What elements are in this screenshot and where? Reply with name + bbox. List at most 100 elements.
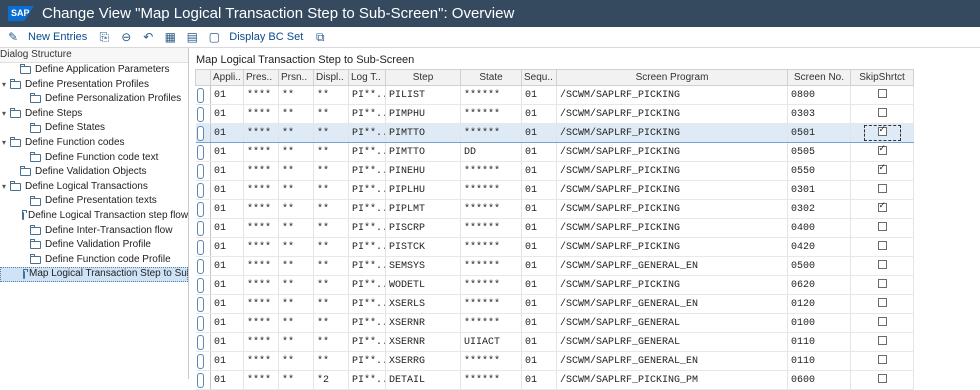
table-row[interactable]: 01 **** ** ** PI**.. PISTCK ****** 01/SCWM/SAPL… <box>195 237 914 257</box>
skip-shortcut-checkbox[interactable] <box>877 298 887 308</box>
table-cell[interactable]: /SCWM/SAPLRF_GENERAL_EN <box>556 256 788 276</box>
table-cell[interactable]: 0302 <box>787 199 851 219</box>
table-cell[interactable]: XSERNR <box>385 313 461 333</box>
expand-icon[interactable]: ▾ <box>0 78 8 93</box>
table-cell[interactable]: 01 <box>210 85 244 105</box>
table-cell[interactable]: 01 <box>521 161 557 181</box>
table-cell[interactable]: ** <box>313 218 349 238</box>
table-cell[interactable]: ****** <box>460 218 522 238</box>
table-cell[interactable]: /SCWM/SAPLRF_GENERAL_EN <box>556 294 788 314</box>
table-cell[interactable]: **** <box>243 104 279 124</box>
row-selector-handle[interactable] <box>196 87 204 103</box>
table-cell[interactable]: WODETL <box>385 275 461 295</box>
table-cell[interactable]: 01 <box>210 218 244 238</box>
table-cell[interactable]: 0100 <box>787 313 851 333</box>
row-selector-handle[interactable] <box>196 182 204 198</box>
expand-icon[interactable]: ▾ <box>0 107 8 122</box>
table-cell[interactable]: /SCWM/SAPLRF_PICKING <box>556 218 788 238</box>
tree-item[interactable]: ▾ Define Presentation Profiles <box>0 78 188 93</box>
table-cell[interactable]: ****** <box>460 294 522 314</box>
table-cell[interactable]: 01 <box>521 218 557 238</box>
table-cell[interactable]: 01 <box>210 294 244 314</box>
row-selector[interactable] <box>195 294 211 314</box>
tree-item[interactable]: ▾ Define Steps <box>0 107 188 122</box>
table-cell[interactable]: 01 <box>210 123 244 143</box>
table-cell[interactable]: 01 <box>521 370 557 390</box>
table-cell[interactable]: ** <box>313 275 349 295</box>
new-entries-button[interactable]: New Entries <box>28 31 87 43</box>
skip-shortcut-checkbox[interactable] <box>877 241 887 251</box>
table-cell[interactable]: 01 <box>210 370 244 390</box>
row-selector[interactable] <box>195 161 211 181</box>
row-selector[interactable] <box>195 256 211 276</box>
table-cell[interactable]: ****** <box>460 313 522 333</box>
table-cell[interactable]: 01 <box>210 142 244 162</box>
table-cell[interactable]: PIMTTO <box>385 142 461 162</box>
table-cell[interactable]: **** <box>243 180 279 200</box>
tree-item[interactable]: ▾ Define Logical Transactions <box>0 180 188 195</box>
row-selector[interactable] <box>195 370 211 390</box>
tree-item[interactable]: Define Personalization Profiles <box>0 92 188 107</box>
display-change-icon[interactable]: ✎ <box>4 29 22 45</box>
row-selector-handle[interactable] <box>196 315 204 331</box>
table-cell[interactable]: **** <box>243 351 279 371</box>
table-cell[interactable]: PI**.. <box>348 85 386 105</box>
table-cell[interactable]: 01 <box>210 313 244 333</box>
row-selector-handle[interactable] <box>196 201 204 217</box>
row-selector-handle[interactable] <box>196 296 204 312</box>
table-cell[interactable]: 01 <box>521 123 557 143</box>
table-cell[interactable]: ** <box>278 180 314 200</box>
row-selector-handle[interactable] <box>196 106 204 122</box>
table-cell[interactable]: /SCWM/SAPLRF_PICKING <box>556 199 788 219</box>
table-cell[interactable]: 01 <box>210 180 244 200</box>
table-cell[interactable]: 0110 <box>787 332 851 352</box>
row-selector[interactable] <box>195 104 211 124</box>
table-cell[interactable]: ****** <box>460 256 522 276</box>
table-cell[interactable]: ** <box>313 256 349 276</box>
row-selector[interactable] <box>195 351 211 371</box>
table-cell[interactable]: ** <box>278 104 314 124</box>
table-cell[interactable]: PI**.. <box>348 332 386 352</box>
table-cell[interactable]: ** <box>313 332 349 352</box>
row-selector-handle[interactable] <box>196 277 204 293</box>
table-cell[interactable]: ** <box>278 142 314 162</box>
table-cell[interactable]: DD <box>460 142 522 162</box>
table-row[interactable]: 01 **** ** ** PI**.. PINEHU ****** 01/SCWM/SAPL… <box>195 161 914 181</box>
select-block-icon[interactable]: ▤ <box>183 29 201 45</box>
table-cell[interactable]: /SCWM/SAPLRF_PICKING <box>556 180 788 200</box>
table-row[interactable]: 01 **** ** ** PI**.. PIPLMT ****** 01/SCWM/SAPL… <box>195 199 914 219</box>
table-cell[interactable]: ** <box>278 199 314 219</box>
column-header[interactable]: Log T.. <box>348 69 386 86</box>
table-cell[interactable]: XSERRG <box>385 351 461 371</box>
table-cell[interactable]: ** <box>313 199 349 219</box>
tree-item[interactable]: Define Presentation texts <box>0 194 188 209</box>
expand-icon[interactable]: ▾ <box>0 136 8 151</box>
row-selector[interactable] <box>195 275 211 295</box>
table-cell[interactable]: ** <box>278 370 314 390</box>
column-header[interactable]: Prsn.. <box>278 69 314 86</box>
table-cell[interactable]: 01 <box>521 237 557 257</box>
row-selector[interactable] <box>195 237 211 257</box>
table-cell[interactable]: ** <box>278 275 314 295</box>
table-cell[interactable]: PISCRP <box>385 218 461 238</box>
table-cell[interactable]: PIMTTO <box>385 123 461 143</box>
table-cell[interactable]: **** <box>243 161 279 181</box>
table-cell[interactable]: ** <box>313 180 349 200</box>
table-cell[interactable]: /SCWM/SAPLRF_PICKING <box>556 275 788 295</box>
copy-icon[interactable]: ⎘ <box>95 29 113 45</box>
table-cell[interactable]: /SCWM/SAPLRF_PICKING <box>556 123 788 143</box>
table-cell[interactable]: ****** <box>460 104 522 124</box>
table-cell[interactable]: ** <box>313 85 349 105</box>
table-row[interactable]: 01 **** ** ** PI**.. PIPLHU ****** 01/SCWM/SAPL… <box>195 180 914 200</box>
row-selector-handle[interactable] <box>196 220 204 236</box>
table-cell[interactable]: PI**.. <box>348 294 386 314</box>
skip-shortcut-checkbox[interactable] <box>877 260 887 270</box>
table-cell[interactable]: /SCWM/SAPLRF_GENERAL <box>556 332 788 352</box>
skip-shortcut-checkbox[interactable] <box>877 317 887 327</box>
table-cell[interactable]: **** <box>243 370 279 390</box>
tree-item[interactable]: Map Logical Transaction Step to Sub <box>0 267 188 282</box>
bc-set-icon[interactable]: ⧉ <box>311 29 329 45</box>
table-cell[interactable]: PILIST <box>385 85 461 105</box>
display-bc-set-button[interactable]: Display BC Set <box>229 31 303 43</box>
table-cell[interactable]: ** <box>278 218 314 238</box>
